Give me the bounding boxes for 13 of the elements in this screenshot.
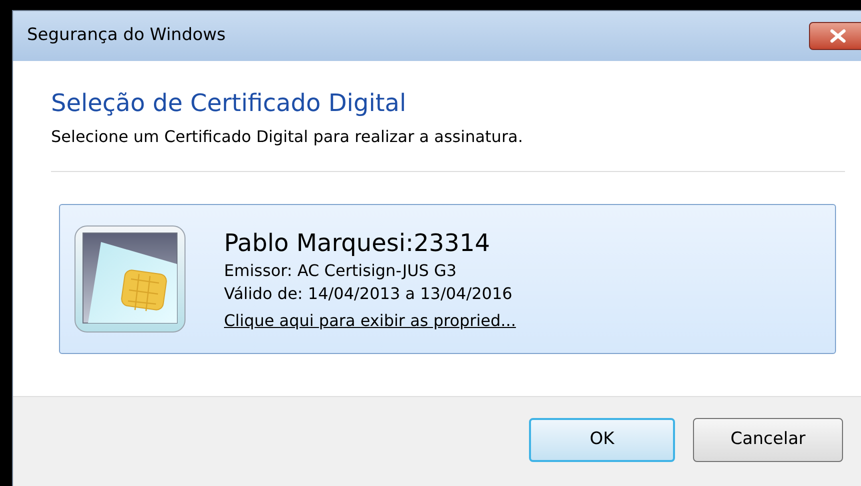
certificate-name: Pablo Marquesi:23314 <box>224 228 491 258</box>
smart-card-icon <box>73 224 187 334</box>
issuer-text: Emissor: AC Certisign-JUS G3 <box>224 260 458 282</box>
dialog-button[interactable]: OK <box>529 418 675 462</box>
window-title: Segurança do Windows <box>27 24 226 48</box>
properties-link[interactable]: Clique aqui para exibir as propried... <box>224 308 516 332</box>
validity-text: Válido de: 14/04/2013 a 13/04/2016 <box>224 282 514 304</box>
instruction-text: Selecione um Certificado Digital para realizar a assinatura. <box>51 126 524 148</box>
close-button[interactable] <box>809 22 861 50</box>
close-icon <box>829 29 847 43</box>
dialog-button[interactable]: Cancelar <box>693 418 843 462</box>
certificate-tile[interactable]: Pablo Marquesi:23314 Emissor: AC Certisign-JUS G3 Válido de: 14/04/2013 a 13/04/2016 Clique aqui para exibir as propried... <box>59 204 836 354</box>
dialog-heading: Seleção de Certificado Digital <box>51 88 408 119</box>
